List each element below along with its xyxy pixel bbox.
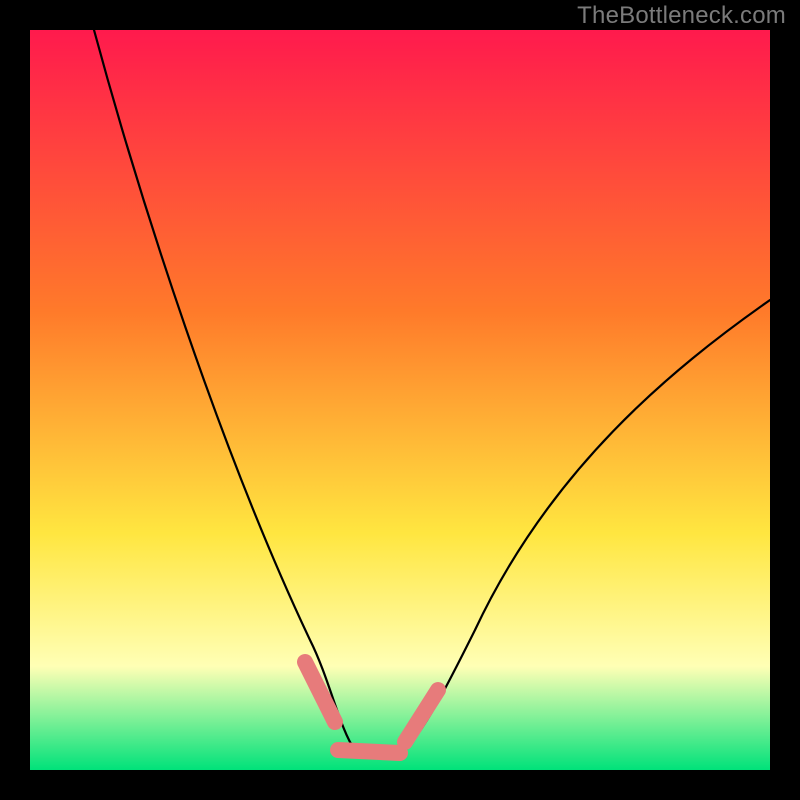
image-frame: TheBottleneck.com — [0, 0, 800, 800]
plot-area — [30, 30, 770, 770]
gradient-background — [30, 30, 770, 770]
marker-valley-floor — [338, 750, 400, 753]
watermark-text: TheBottleneck.com — [577, 2, 786, 30]
plot-svg — [30, 30, 770, 770]
